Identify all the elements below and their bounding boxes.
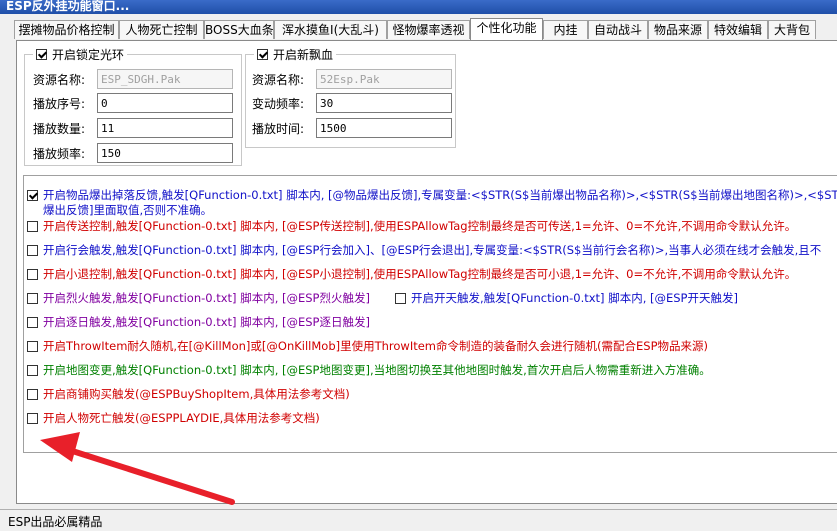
map-label: 开启地图变更,触发[QFunction-0.txt] 脚本内, [@ESP地图变…: [43, 363, 711, 377]
field-label: 播放频率:: [33, 147, 86, 161]
tab-effect-edit[interactable]: 特效编辑: [708, 20, 768, 39]
lock-ring-title: 开启锁定光环: [52, 47, 125, 62]
lock-ring-frequency-row: 播放频率:: [33, 143, 238, 163]
field-label: 资源名称:: [33, 73, 86, 87]
tab-label: 摆摊物品价格控制: [18, 23, 115, 37]
new-blood-resource-row: 资源名称:: [252, 69, 452, 89]
new-blood-title: 开启新飘血: [273, 47, 334, 62]
lock-ring-index-row: 播放序号:: [33, 93, 238, 113]
tab-drop-rate[interactable]: 怪物爆率透视: [387, 20, 470, 39]
sun-label: 开启逐日触发,触发[QFunction-0.txt] 脚本内, [@ESP逐日触…: [43, 315, 370, 329]
lock-ring-count-input[interactable]: [97, 118, 233, 138]
tab-auto-battle[interactable]: 自动战斗: [588, 20, 648, 39]
option-map-change[interactable]: 开启地图变更,触发[QFunction-0.txt] 脚本内, [@ESP地图变…: [27, 363, 711, 381]
drop-feedback-line1: 开启物品爆出掉落反馈,触发[QFunction-0.txt] 脚本内, [@物品…: [43, 188, 837, 202]
field-label: 资源名称:: [252, 73, 305, 87]
option-logout-control[interactable]: 开启小退控制,触发[QFunction-0.txt] 脚本内, [@ESP小退控…: [27, 267, 796, 285]
new-blood-resource-input[interactable]: [316, 69, 452, 89]
tab-label: 个性化功能: [476, 21, 537, 35]
drop-feedback-line2: 爆出反馈]里面取值,否则不准确。: [43, 203, 213, 217]
status-bar: ESP出品必属精品: [0, 509, 837, 531]
lock-ring-header: 开启锁定光环: [33, 46, 128, 62]
shop-label: 开启商铺购买触发(@ESPBuyShopItem,具体用法参考文档): [43, 387, 350, 401]
fire-checkbox[interactable]: [27, 293, 38, 304]
teleport-checkbox[interactable]: [27, 221, 38, 232]
tab-brawl[interactable]: 浑水摸鱼I(大乱斗): [274, 20, 387, 39]
tab-panel-personalize: 开启锁定光环 资源名称: 播放序号: 播放数量: 播放频率: 开启新飘血 资源名…: [16, 40, 837, 504]
new-blood-group: 开启新飘血 资源名称: 变动频率: 播放时间:: [245, 46, 456, 148]
option-drop-feedback[interactable]: 开启物品爆出掉落反馈,触发[QFunction-0.txt] 脚本内, [@物品…: [27, 188, 837, 220]
new-blood-play-time-row: 播放时间:: [252, 118, 452, 138]
tab-label: 特效编辑: [713, 23, 762, 37]
fire-label: 开启烈火触发,触发[QFunction-0.txt] 脚本内, [@ESP烈火触…: [43, 291, 370, 305]
window-title: ESP反外挂功能窗口...: [6, 0, 130, 13]
lock-ring-resource-row: 资源名称:: [33, 69, 238, 89]
tab-label: 大背包: [773, 23, 810, 37]
tab-boss-hpbar[interactable]: BOSS大血条: [204, 20, 274, 39]
tab-personalize[interactable]: 个性化功能: [470, 18, 543, 40]
drop-feedback-checkbox[interactable]: [27, 190, 38, 201]
options-list: 开启物品爆出掉落反馈,触发[QFunction-0.txt] 脚本内, [@物品…: [23, 175, 837, 453]
option-player-death[interactable]: 开启人物死亡触发(@ESPPLAYDIE,具体用法参考文档): [27, 411, 320, 429]
tab-stall-price[interactable]: 摆摊物品价格控制: [14, 20, 119, 39]
tab-label: BOSS大血条: [205, 23, 274, 37]
tab-builtin-bot[interactable]: 内挂: [543, 20, 588, 39]
option-fire-trigger[interactable]: 开启烈火触发,触发[QFunction-0.txt] 脚本内, [@ESP烈火触…: [27, 291, 370, 309]
logout-label: 开启小退控制,触发[QFunction-0.txt] 脚本内, [@ESP小退控…: [43, 267, 797, 281]
map-checkbox[interactable]: [27, 365, 38, 376]
throw-checkbox[interactable]: [27, 341, 38, 352]
death-label: 开启人物死亡触发(@ESPPLAYDIE,具体用法参考文档): [43, 411, 320, 425]
guild-checkbox[interactable]: [27, 245, 38, 256]
drop-feedback-label: 开启物品爆出掉落反馈,触发[QFunction-0.txt] 脚本内, [@物品…: [43, 188, 837, 218]
lock-ring-resource-input[interactable]: [97, 69, 233, 89]
tab-big-bag[interactable]: 大背包: [768, 20, 816, 39]
tab-label: 内挂: [553, 23, 578, 37]
throw-label: 开启ThrowItem耐久随机,在[@KillMon]或[@OnKillMob]…: [43, 339, 708, 353]
tab-strip: 摆摊物品价格控制 人物死亡控制 BOSS大血条 浑水摸鱼I(大乱斗) 怪物爆率透…: [14, 18, 837, 40]
new-blood-checkbox[interactable]: [257, 48, 268, 60]
sky-label: 开启开天触发,触发[QFunction-0.txt] 脚本内, [@ESP开天触…: [411, 291, 738, 305]
new-blood-header: 开启新飘血: [254, 46, 337, 62]
tab-item-source[interactable]: 物品来源: [648, 20, 708, 39]
lock-ring-frequency-input[interactable]: [97, 143, 233, 163]
new-blood-play-time-input[interactable]: [316, 118, 452, 138]
option-sky-trigger[interactable]: 开启开天触发,触发[QFunction-0.txt] 脚本内, [@ESP开天触…: [395, 291, 738, 309]
lock-ring-index-input[interactable]: [97, 93, 233, 113]
option-teleport-control[interactable]: 开启传送控制,触发[QFunction-0.txt] 脚本内, [@ESP传送控…: [27, 219, 796, 237]
title-bar: ESP反外挂功能窗口...: [0, 0, 837, 14]
status-text: ESP出品必属精品: [8, 515, 103, 529]
tab-label: 物品来源: [653, 23, 702, 37]
field-label: 播放数量:: [33, 122, 86, 136]
lock-ring-group: 开启锁定光环 资源名称: 播放序号: 播放数量: 播放频率:: [24, 46, 242, 166]
death-checkbox[interactable]: [27, 413, 38, 424]
sky-checkbox[interactable]: [395, 293, 406, 304]
lock-ring-count-row: 播放数量:: [33, 118, 238, 138]
guild-label: 开启行会触发,触发[QFunction-0.txt] 脚本内, [@ESP行会加…: [43, 243, 822, 257]
tab-label: 浑水摸鱼I(大乱斗): [282, 23, 379, 37]
tab-label: 怪物爆率透视: [392, 23, 465, 37]
shop-checkbox[interactable]: [27, 389, 38, 400]
option-guild-trigger[interactable]: 开启行会触发,触发[QFunction-0.txt] 脚本内, [@ESP行会加…: [27, 243, 821, 261]
option-throwitem-durability[interactable]: 开启ThrowItem耐久随机,在[@KillMon]或[@OnKillMob]…: [27, 339, 708, 357]
tab-label: 人物死亡控制: [125, 23, 198, 37]
option-shop-buy[interactable]: 开启商铺购买触发(@ESPBuyShopItem,具体用法参考文档): [27, 387, 350, 405]
sun-checkbox[interactable]: [27, 317, 38, 328]
logout-checkbox[interactable]: [27, 269, 38, 280]
tab-death-control[interactable]: 人物死亡控制: [119, 20, 204, 39]
teleport-label: 开启传送控制,触发[QFunction-0.txt] 脚本内, [@ESP传送控…: [43, 219, 797, 233]
field-label: 播放时间:: [252, 122, 305, 136]
field-label: 变动频率:: [252, 97, 305, 111]
lock-ring-checkbox[interactable]: [36, 48, 47, 60]
option-sun-trigger[interactable]: 开启逐日触发,触发[QFunction-0.txt] 脚本内, [@ESP逐日触…: [27, 315, 370, 333]
new-blood-change-freq-input[interactable]: [316, 93, 452, 113]
field-label: 播放序号:: [33, 97, 86, 111]
new-blood-change-freq-row: 变动频率:: [252, 93, 452, 113]
tab-label: 自动战斗: [593, 23, 642, 37]
